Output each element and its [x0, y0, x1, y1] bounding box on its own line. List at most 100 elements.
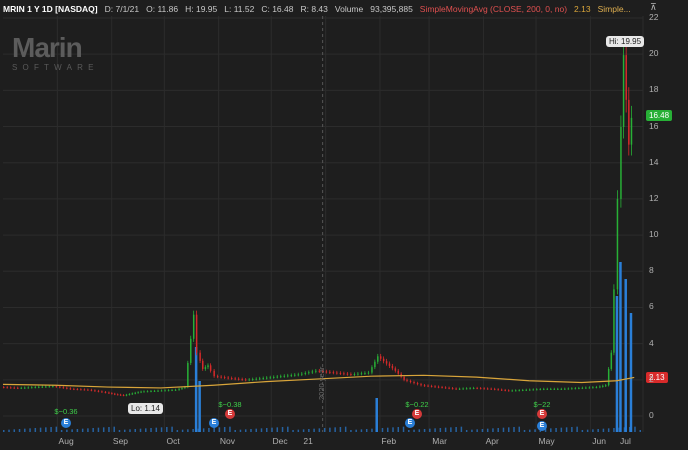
- candle-body: [511, 390, 513, 392]
- volume-bar: [550, 428, 552, 432]
- candle-body: [518, 390, 521, 392]
- earnings-event-icon[interactable]: E: [61, 418, 71, 428]
- candle-body: [599, 386, 601, 388]
- candle-body: [532, 389, 535, 391]
- candle-body: [202, 360, 204, 369]
- time-tick-label: Sep: [112, 436, 129, 446]
- candle-body: [34, 387, 37, 389]
- volume-bar: [387, 427, 389, 432]
- candle-body: [469, 388, 471, 390]
- candle-body: [578, 387, 580, 389]
- earnings-event-icon[interactable]: E: [537, 409, 547, 419]
- candle-body: [223, 377, 226, 379]
- candle-body: [490, 388, 492, 390]
- candle-body: [83, 389, 86, 391]
- candle-body: [462, 388, 464, 390]
- candle-body: [104, 391, 107, 393]
- candle-body: [290, 375, 293, 377]
- time-tick-label: Apr: [485, 436, 499, 446]
- volume-bar: [139, 428, 142, 432]
- candle-body: [585, 387, 587, 389]
- candle-body: [581, 387, 584, 389]
- candle-body: [339, 372, 342, 374]
- candle-body: [630, 117, 633, 145]
- volume-bar: [97, 427, 100, 432]
- candle-body: [465, 388, 468, 390]
- volume-bar: [198, 381, 201, 432]
- time-tick-label: Mar: [432, 436, 447, 446]
- high-readout: H: 19.95: [185, 3, 218, 14]
- time-tick-label: Jun: [592, 436, 607, 446]
- volume-bar: [108, 427, 110, 432]
- candle-body: [146, 391, 149, 393]
- volume-bar: [194, 347, 198, 432]
- candle-body: [628, 99, 630, 145]
- price-tick-label: 6: [649, 301, 654, 312]
- candle-body: [137, 392, 139, 394]
- study-tail[interactable]: Simple...: [598, 4, 631, 14]
- candle-body: [472, 387, 475, 389]
- volume-bar: [576, 426, 578, 432]
- earnings-event-icon[interactable]: E: [537, 421, 547, 431]
- price-tick-label: 2: [649, 373, 654, 384]
- candle-body: [190, 338, 192, 363]
- volume-bar: [413, 429, 415, 432]
- volume-bar: [197, 428, 200, 432]
- earnings-event-icon[interactable]: E: [209, 418, 219, 428]
- candle-body: [192, 314, 195, 339]
- price-tick-label: 12: [649, 192, 659, 203]
- candle-body: [6, 387, 9, 389]
- volume-bar: [618, 427, 620, 432]
- candle-body: [546, 388, 549, 390]
- candle-body: [143, 391, 145, 393]
- candle-body: [455, 388, 457, 390]
- volume-bar: [155, 427, 158, 432]
- candle-body: [610, 352, 613, 369]
- candle-body: [116, 394, 119, 396]
- logo-subtitle: SOFTWARE: [12, 63, 99, 72]
- volume-bar: [45, 427, 47, 432]
- price-tick-label: 8: [649, 265, 654, 276]
- candle-body: [73, 388, 75, 390]
- candle-body: [437, 386, 440, 388]
- candle-body: [515, 390, 517, 392]
- volume-bar: [434, 428, 436, 432]
- earnings-event-icon[interactable]: E: [412, 409, 422, 419]
- candle-body: [122, 395, 125, 397]
- volume-bar: [481, 429, 484, 432]
- candle-body: [153, 390, 156, 392]
- volume-bar: [202, 428, 205, 432]
- volume-bar: [465, 430, 468, 432]
- candle-body: [24, 387, 26, 389]
- logo-word: Marin: [12, 32, 83, 63]
- candle-body: [500, 389, 503, 391]
- volume-bar: [176, 430, 179, 432]
- earnings-event-icon[interactable]: E: [225, 409, 235, 419]
- volume-bar: [523, 430, 526, 432]
- volume-bar: [244, 429, 247, 432]
- candle-body: [605, 385, 607, 387]
- symbol-label[interactable]: MRIN 1 Y 1D [NASDAQ]: [3, 4, 98, 14]
- volume-bar: [623, 427, 626, 432]
- volume-bar: [613, 428, 615, 432]
- candle-body: [114, 393, 116, 395]
- volume-bar: [3, 430, 5, 432]
- candle-body: [94, 390, 96, 392]
- volume-bar: [492, 428, 494, 432]
- price-chart[interactable]: [0, 0, 688, 450]
- candle-body: [66, 387, 68, 389]
- earnings-event-icon[interactable]: E: [405, 418, 415, 428]
- volume-bar: [602, 428, 605, 432]
- candle-body: [301, 373, 303, 375]
- volume-bar: [381, 428, 384, 432]
- candle-body: [451, 388, 454, 390]
- study-label[interactable]: SimpleMovingAvg (CLOSE, 200, 0, no): [420, 4, 567, 14]
- candle-body: [62, 387, 65, 389]
- candle-body: [416, 383, 419, 385]
- candle-body: [160, 390, 163, 392]
- candle-body: [483, 388, 485, 390]
- volume-bar: [255, 428, 257, 432]
- candle-body: [10, 387, 12, 389]
- volume-bar: [360, 429, 363, 432]
- candle-body: [613, 289, 615, 353]
